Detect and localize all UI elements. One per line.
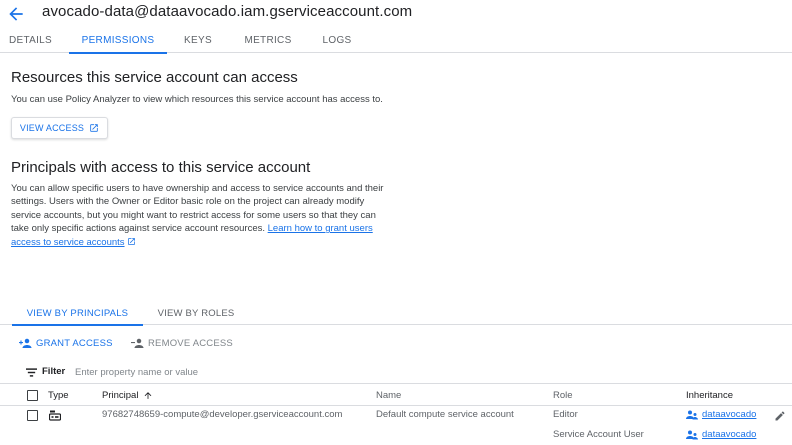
filter-bar: Filter xyxy=(0,362,792,384)
column-header-role: Role xyxy=(553,390,573,401)
principals-description: You can allow specific users to have own… xyxy=(11,182,411,249)
select-all-checkbox[interactable] xyxy=(27,390,38,401)
table-row: 97682748659-compute@developer.gserviceac… xyxy=(0,406,792,426)
edit-principal-button[interactable] xyxy=(774,409,786,427)
view-tabs: VIEW BY PRINCIPALS VIEW BY ROLES xyxy=(0,302,792,326)
principals-heading: Principals with access to this service a… xyxy=(11,159,311,176)
open-in-new-icon xyxy=(128,237,136,245)
grant-access-label: GRANT ACCESS xyxy=(36,337,113,349)
service-account-icon xyxy=(49,410,61,421)
grant-access-button[interactable]: GRANT ACCESS xyxy=(19,336,113,350)
table-header: Type Principal Name Role Inheritance xyxy=(0,385,792,406)
title-bar: avocado-data@dataavocado.iam.gserviceacc… xyxy=(0,0,792,28)
principals-description-line: settings. Users with the Owner or Editor… xyxy=(11,196,365,208)
tab-bar: DETAILS PERMISSIONS KEYS METRICS LOGS xyxy=(0,28,792,54)
principals-description-line: service accounts, but you might want to … xyxy=(11,209,376,221)
view-access-label: VIEW ACCESS xyxy=(19,123,85,133)
table-row: Service Account User dataavocado xyxy=(0,426,792,445)
principal-email: 97682748659-compute@developer.gserviceac… xyxy=(102,409,343,420)
principals-description-line-last: take only specific actions against servi… xyxy=(11,222,411,235)
filter-input[interactable] xyxy=(70,364,470,381)
role: Service Account User xyxy=(553,429,644,440)
column-header-name: Name xyxy=(376,390,402,401)
resources-heading: Resources this service account can acces… xyxy=(11,69,298,86)
view-access-button[interactable]: VIEW ACCESS xyxy=(11,117,108,139)
role: Editor xyxy=(553,409,578,420)
tab-permissions[interactable]: PERMISSIONS xyxy=(69,28,167,54)
page-title: avocado-data@dataavocado.iam.gserviceacc… xyxy=(42,3,413,20)
filter-list-icon xyxy=(26,368,37,377)
principals-description-link-line: access to service accounts xyxy=(11,236,411,249)
tab-view-by-roles[interactable]: VIEW BY ROLES xyxy=(150,302,242,325)
inheritance-label: dataavocado xyxy=(702,409,757,420)
project-people-icon xyxy=(686,430,698,439)
open-in-new-icon xyxy=(90,124,98,132)
back-button[interactable] xyxy=(6,4,26,24)
project-people-icon xyxy=(686,410,698,419)
principal-name: Default compute service account xyxy=(376,409,514,420)
filter-label: Filter xyxy=(42,366,66,377)
tab-keys[interactable]: KEYS xyxy=(173,28,223,53)
inheritance-label: dataavocado xyxy=(702,429,757,440)
principals-description-text: take only specific actions against servi… xyxy=(11,223,265,235)
person-add-icon xyxy=(19,338,32,348)
remove-access-button[interactable]: REMOVE ACCESS xyxy=(131,336,233,350)
learn-more-link-continued[interactable]: access to service accounts xyxy=(11,237,125,248)
column-header-inheritance: Inheritance xyxy=(686,390,734,401)
inheritance-link[interactable]: dataavocado xyxy=(686,409,756,420)
row-checkbox[interactable] xyxy=(27,410,38,421)
pencil-icon xyxy=(775,411,785,421)
arrow-up-icon xyxy=(145,392,152,399)
column-header-principal[interactable]: Principal xyxy=(102,390,153,401)
learn-more-link[interactable]: Learn how to grant users xyxy=(268,223,373,234)
column-header-type: Type xyxy=(48,390,69,401)
inheritance-link[interactable]: dataavocado xyxy=(686,429,756,440)
person-remove-icon xyxy=(131,338,144,348)
resources-description: You can use Policy Analyzer to view whic… xyxy=(11,94,383,105)
tab-view-by-principals[interactable]: VIEW BY PRINCIPALS xyxy=(12,302,143,326)
principals-description-line: You can allow specific users to have own… xyxy=(11,183,384,194)
tab-logs[interactable]: LOGS xyxy=(312,28,362,53)
column-header-principal-label: Principal xyxy=(102,390,139,401)
arrow-back-icon xyxy=(9,7,23,21)
tab-metrics[interactable]: METRICS xyxy=(232,28,304,53)
tab-details[interactable]: DETAILS xyxy=(0,28,61,53)
remove-access-label: REMOVE ACCESS xyxy=(148,337,233,349)
